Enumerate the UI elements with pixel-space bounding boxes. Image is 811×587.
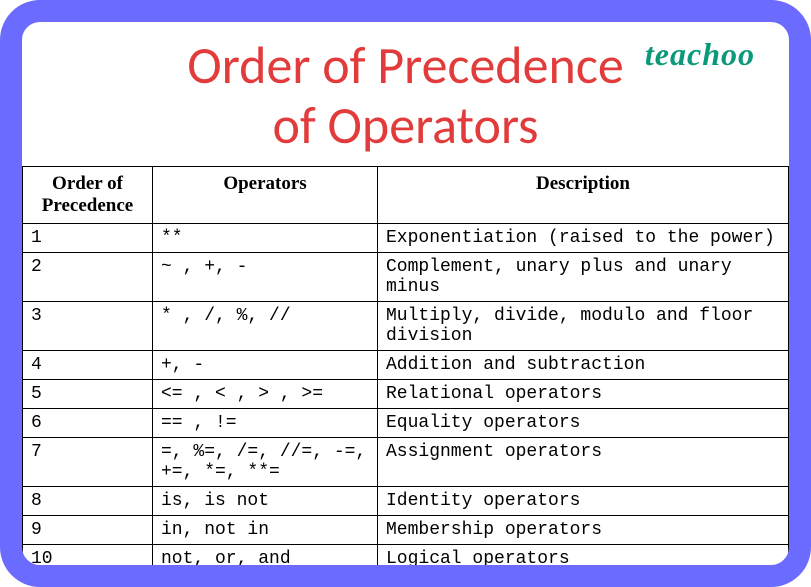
cell-description: Multiply, divide, modulo and floor divis… [378,301,789,350]
precedence-table: Order of Precedence Operators Descriptio… [22,166,789,574]
table-row: 6== , !=Equality operators [23,408,789,437]
table-row: 10not, or, andLogical operators [23,544,789,573]
table-row: 7=, %=, /=, //=, -=, +=, *=, **=Assignme… [23,437,789,486]
table-row: 3* , /, %, //Multiply, divide, modulo an… [23,301,789,350]
cell-description: Identity operators [378,486,789,515]
title-line-1: Order of Precedence [187,33,623,97]
cell-order: 1 [23,223,153,252]
table-row: 4+, -Addition and subtraction [23,350,789,379]
cell-description: Equality operators [378,408,789,437]
brand-logo: teachoo [645,36,755,73]
cell-description: Relational operators [378,379,789,408]
cell-operators: ~ , +, - [153,252,378,301]
title-line-2: of Operators [22,96,789,156]
cell-order: 2 [23,252,153,301]
cell-order: 10 [23,544,153,573]
cell-order: 8 [23,486,153,515]
table-row: 8is, is notIdentity operators [23,486,789,515]
cell-description: Logical operators [378,544,789,573]
table-row: 9in, not inMembership operators [23,515,789,544]
table-body: 1**Exponentiation (raised to the power)2… [23,223,789,573]
table-header-row: Order of Precedence Operators Descriptio… [23,166,789,223]
cell-description: Addition and subtraction [378,350,789,379]
card-container: teachoo Order of Precedence of Operators… [0,0,811,587]
cell-operators: +, - [153,350,378,379]
cell-order: 9 [23,515,153,544]
cell-operators: ** [153,223,378,252]
header-operators: Operators [153,166,378,223]
cell-description: Membership operators [378,515,789,544]
cell-operators: == , != [153,408,378,437]
cell-order: 7 [23,437,153,486]
cell-order: 5 [23,379,153,408]
cell-order: 4 [23,350,153,379]
cell-operators: in, not in [153,515,378,544]
cell-operators: <= , < , > , >= [153,379,378,408]
cell-description: Complement, unary plus and unary minus [378,252,789,301]
cell-operators: is, is not [153,486,378,515]
header-order: Order of Precedence [23,166,153,223]
table-row: 5<= , < , > , >=Relational operators [23,379,789,408]
cell-operators: * , /, %, // [153,301,378,350]
table-row: 2~ , +, -Complement, unary plus and unar… [23,252,789,301]
cell-description: Exponentiation (raised to the power) [378,223,789,252]
cell-description: Assignment operators [378,437,789,486]
cell-order: 3 [23,301,153,350]
header-description: Description [378,166,789,223]
cell-operators: =, %=, /=, //=, -=, +=, *=, **= [153,437,378,486]
cell-operators: not, or, and [153,544,378,573]
table-row: 1**Exponentiation (raised to the power) [23,223,789,252]
cell-order: 6 [23,408,153,437]
